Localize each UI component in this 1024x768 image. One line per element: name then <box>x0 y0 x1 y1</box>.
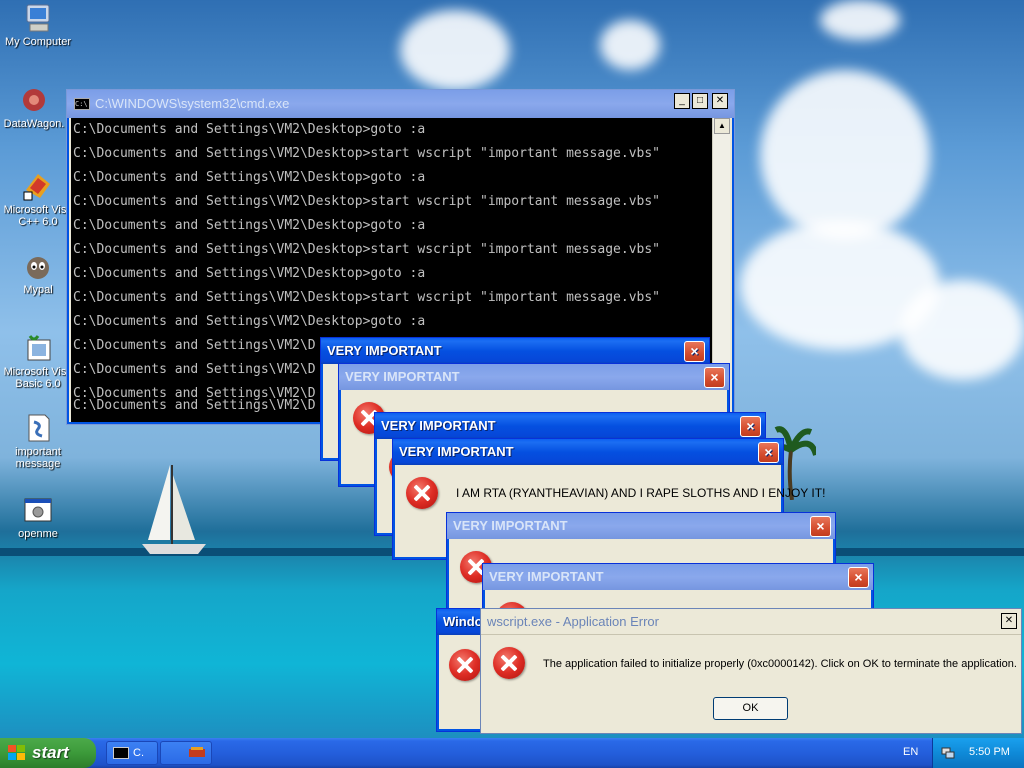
console-line: C:\Documents and Settings\VM2\Desktop>go… <box>73 170 426 185</box>
dialog-titlebar[interactable]: VERY IMPORTANT × <box>447 513 835 539</box>
datawagon-icon <box>23 89 45 111</box>
system-tray: 5:50 PM <box>932 738 1024 768</box>
scroll-up-icon[interactable]: ▲ <box>714 118 730 134</box>
desktop-icon-label: openme <box>18 528 58 540</box>
app-error-dialog[interactable]: wscript.exe - Application Error ✕ The ap… <box>480 608 1022 734</box>
error-icon <box>493 647 525 679</box>
cmd-title: C:\WINDOWS\system32\cmd.exe <box>95 96 290 111</box>
dialog-message: I AM RTA (RYANTHEAVIAN) AND I RAPE SLOTH… <box>456 486 826 500</box>
wallpaper-cloud <box>820 0 900 40</box>
dialog-titlebar[interactable]: VERY IMPORTANT × <box>339 364 729 390</box>
taskbar-item-label: C. <box>133 747 144 759</box>
dialog-title: VERY IMPORTANT <box>489 569 604 584</box>
batch-file-icon <box>24 498 52 522</box>
close-button[interactable]: × <box>848 567 869 588</box>
dialog-titlebar[interactable]: VERY IMPORTANT × <box>375 413 765 439</box>
start-label: start <box>32 743 69 762</box>
desktop-icon-mypal[interactable]: Mypal <box>0 250 76 296</box>
desktop-icon-datawagon[interactable]: DataWagon. <box>0 84 72 130</box>
close-button[interactable]: × <box>758 442 779 463</box>
wallpaper-cloud <box>400 10 510 90</box>
desktop-icon-my-computer[interactable]: My Computer <box>0 2 76 48</box>
dialog-titlebar[interactable]: VERY IMPORTANT × <box>321 338 709 364</box>
close-button[interactable]: ✕ <box>712 93 728 109</box>
console-icon <box>113 747 129 759</box>
error-icon <box>449 649 481 681</box>
minimize-button[interactable]: _ <box>674 93 690 109</box>
mypal-icon <box>27 257 49 279</box>
taskbar: start C. EN 5:50 PM <box>0 738 1024 768</box>
visual-cpp-icon <box>23 174 50 201</box>
wallpaper-cloud <box>600 20 660 70</box>
windows-flag-icon <box>8 745 25 760</box>
desktop-icon-openme[interactable]: openme <box>0 494 76 540</box>
dialog-title: VERY IMPORTANT <box>399 444 514 459</box>
taskbar-item-wscript[interactable] <box>160 741 212 765</box>
dialog-title: wscript.exe - Application Error <box>487 614 659 629</box>
desktop-icon-visual-cpp[interactable]: Microsoft Visu C++ 6.0 <box>0 170 76 228</box>
network-icon[interactable] <box>941 746 955 760</box>
console-line: C:\Documents and Settings\VM2\Desktop>st… <box>73 242 660 257</box>
desktop-icon-label: Microsoft Visu Basic 6.0 <box>3 366 73 390</box>
desktop-icon-label: DataWagon. <box>3 118 65 130</box>
dialog-title: VERY IMPORTANT <box>453 518 568 533</box>
maximize-button[interactable]: □ <box>692 93 708 109</box>
close-button[interactable]: × <box>704 367 725 388</box>
taskbar-item-cmd[interactable]: C. <box>106 741 158 765</box>
desktop-icon-label: Mypal <box>23 284 53 296</box>
close-button[interactable]: ✕ <box>1001 613 1017 629</box>
dialog-titlebar[interactable]: VERY IMPORTANT × <box>483 564 873 590</box>
close-button[interactable]: × <box>740 416 761 437</box>
console-line: C:\Documents and Settings\VM2\Desktop>st… <box>73 194 660 209</box>
console-line: C:\Documents and Settings\VM2\Desktop>go… <box>73 218 426 233</box>
error-message: The application failed to initialize pro… <box>543 658 1017 670</box>
vbs-script-icon <box>28 414 50 442</box>
console-line: C:\Documents and Settings\VM2\Desktop>go… <box>73 314 426 329</box>
dialog-titlebar[interactable]: VERY IMPORTANT × <box>393 439 783 465</box>
wallpaper-cloud <box>760 70 930 240</box>
console-line: C:\Documents and Settings\VM2\Desktop>st… <box>73 146 660 161</box>
console-line: C:\Documents and Settings\VM2\Desktop>go… <box>73 266 426 281</box>
desktop-icon-important-message[interactable]: important message <box>0 412 76 470</box>
console-icon: C:\ <box>74 98 90 110</box>
desktop-icon-visual-basic[interactable]: Microsoft Visu Basic 6.0 <box>0 332 76 390</box>
start-button[interactable]: start <box>0 738 96 768</box>
ok-button[interactable]: OK <box>713 697 788 720</box>
dialog-title: Windo <box>443 614 483 629</box>
close-button[interactable]: × <box>810 516 831 537</box>
sailboat-icon <box>142 465 206 554</box>
cmd-titlebar[interactable]: C:\ C:\WINDOWS\system32\cmd.exe _ □ ✕ <box>67 90 734 118</box>
error-icon <box>406 477 438 509</box>
clock[interactable]: 5:50 PM <box>969 746 1010 758</box>
desktop-icon-label: important message <box>15 446 61 470</box>
console-line: C:\Documents and Settings\VM2\Desktop>st… <box>73 290 660 305</box>
wallpaper-cloud <box>900 280 1024 380</box>
desktop-icon-label: Microsoft Visu C++ 6.0 <box>3 204 73 228</box>
close-button[interactable]: × <box>684 341 705 362</box>
dialog-title: VERY IMPORTANT <box>381 418 496 433</box>
dialog-title: VERY IMPORTANT <box>345 369 460 384</box>
dialog-titlebar[interactable]: wscript.exe - Application Error ✕ <box>481 609 1021 635</box>
script-group-icon <box>189 747 205 757</box>
console-line: C:\Documents and Settings\VM2\Desktop>go… <box>73 122 426 137</box>
my-computer-icon <box>26 4 50 32</box>
desktop-icon-label: My Computer <box>4 36 72 48</box>
dialog-title: VERY IMPORTANT <box>327 343 442 358</box>
visual-basic-icon <box>27 335 51 361</box>
language-indicator[interactable]: EN <box>903 746 918 758</box>
